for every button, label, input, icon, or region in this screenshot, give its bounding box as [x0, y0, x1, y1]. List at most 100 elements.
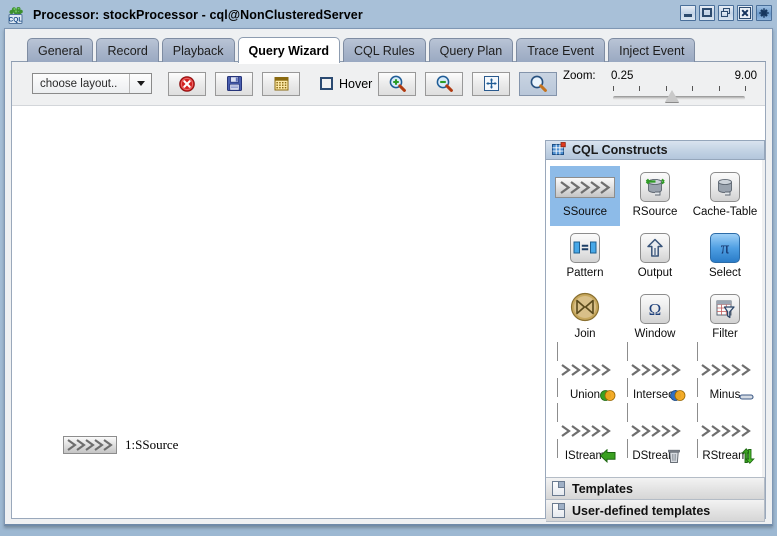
tab-bar: General Record Playback Query Wizard CQL… [11, 35, 766, 63]
istream-icon [557, 403, 616, 463]
close-icon[interactable] [737, 5, 753, 21]
tab-query-wizard[interactable]: Query Wizard [237, 37, 340, 63]
palette-item-rsource[interactable]: RSource [620, 166, 690, 226]
fit-to-window-icon [483, 76, 499, 91]
palette-item-join[interactable]: Join [550, 288, 620, 348]
window-title: Processor: stockProcessor - cql@NonClust… [33, 8, 363, 22]
intersect-stream-icon [627, 342, 686, 401]
palette-item-union[interactable]: Union [550, 342, 620, 409]
save-button[interactable] [215, 71, 253, 96]
palette-item-select[interactable]: π Select [690, 227, 760, 287]
hover-checkbox[interactable]: Hover [320, 77, 372, 91]
hover-label: Hover [339, 76, 373, 91]
zoom-slider-thumb[interactable] [665, 90, 680, 102]
canvas-node-ssource[interactable]: 1:SSource [63, 436, 178, 454]
restore-icon[interactable] [718, 5, 734, 21]
close-all-icon[interactable] [756, 5, 772, 21]
palette-body: SSource RSource Cache-Table Pattern Outp… [546, 160, 765, 478]
tab-query-plan[interactable]: Query Plan [428, 38, 514, 62]
palette-item-label: Output [637, 267, 673, 279]
tab-label: Trace Event [527, 43, 595, 58]
palette-item-label: RSource [632, 206, 678, 218]
tab-label: Record [107, 43, 148, 58]
zoom-label: Zoom: [563, 70, 596, 82]
zoom-min-value: 0.25 [611, 70, 634, 82]
palette-item-label: Pattern [566, 267, 604, 279]
output-arrow-icon [640, 233, 670, 263]
tab-inject-event[interactable]: Inject Event [608, 38, 696, 62]
section-templates[interactable]: Templates [546, 478, 765, 500]
tab-playback[interactable]: Playback [161, 38, 235, 62]
maximize-icon[interactable] [699, 5, 715, 21]
chevron-down-icon [129, 74, 151, 93]
palette-item-label: SSource [562, 206, 608, 218]
palette-item-ssource[interactable]: SSource [550, 166, 620, 226]
palette-grid: SSource RSource Cache-Table Pattern Outp… [546, 160, 764, 470]
palette-item-label: Window [634, 328, 676, 340]
cql-processor-icon: CQL [7, 5, 27, 25]
zoom-out-icon [436, 75, 453, 92]
svg-text:Ω: Ω [649, 300, 662, 319]
dstream-icon [627, 403, 683, 464]
palette-item-window[interactable]: Ω Window [620, 288, 690, 348]
stream-chevron-icon [63, 436, 117, 454]
grid-button[interactable] [262, 71, 300, 96]
tab-label: Query Plan [439, 43, 503, 58]
tab-label: Inject Event [619, 43, 685, 58]
palette-item-cache-table[interactable]: Cache-Table [690, 166, 760, 226]
document-icon [552, 481, 565, 496]
palette-item-istream[interactable]: IStream [550, 403, 620, 470]
query-wizard-panel: choose layout.. Hover Zoom: 0.25 9.00 1:… [11, 62, 766, 522]
zoom-in-button[interactable] [378, 71, 417, 96]
relation-source-icon [640, 172, 670, 202]
magnifier-icon [530, 75, 547, 92]
delete-button[interactable] [168, 71, 206, 96]
palette-item-dstream[interactable]: DStream [620, 403, 690, 470]
palette-item-label: Select [709, 267, 741, 279]
cql-constructs-palette: CQL Constructs SSource RSource Cache-Tab… [545, 140, 765, 522]
zoom-control: Zoom: 0.25 9.00 [563, 65, 759, 105]
palette-item-minus[interactable]: Minus [690, 342, 760, 409]
palette-item-intersect[interactable]: Intersect [620, 342, 690, 409]
palette-scrollbar[interactable] [762, 160, 765, 477]
zoom-max-value: 9.00 [734, 70, 757, 82]
select-pi-icon: π [710, 233, 740, 263]
window-client-area: General Record Playback Query Wizard CQL… [4, 28, 773, 526]
palette-item-label: Cache-Table [692, 206, 758, 218]
palette-item-filter[interactable]: Filter [690, 288, 760, 348]
pattern-icon [570, 233, 600, 263]
join-bowtie-icon [570, 292, 600, 327]
select-zoom-button[interactable] [519, 71, 558, 96]
tab-cql-rules[interactable]: CQL Rules [342, 38, 426, 62]
minimize-icon[interactable] [680, 5, 696, 21]
tab-general[interactable]: General [27, 38, 94, 62]
wizard-toolbar: choose layout.. Hover Zoom: 0.25 9.00 [12, 62, 765, 106]
grid-icon [274, 77, 288, 91]
palette-item-label: Join [574, 328, 596, 340]
palette-item-output[interactable]: Output [620, 227, 690, 287]
filter-funnel-icon [710, 294, 740, 324]
zoom-out-button[interactable] [425, 71, 464, 96]
palette-item-pattern[interactable]: Pattern [550, 227, 620, 287]
palette-title: CQL Constructs [572, 143, 668, 157]
zoom-in-icon [389, 75, 406, 92]
cache-table-icon [710, 172, 740, 202]
section-user-defined-templates[interactable]: User-defined templates [546, 500, 765, 522]
fit-to-window-button[interactable] [472, 71, 511, 96]
section-label: Templates [572, 481, 633, 496]
minus-stream-icon [697, 342, 754, 400]
layout-select-value: choose layout.. [40, 77, 118, 90]
canvas-node-label: 1:SSource [125, 437, 179, 452]
layout-select[interactable]: choose layout.. [32, 73, 152, 94]
palette-header[interactable]: CQL Constructs [546, 140, 765, 160]
tab-label: Query Wizard [248, 43, 329, 58]
tab-record[interactable]: Record [96, 38, 159, 62]
svg-text:π: π [721, 239, 730, 258]
palette-item-rstream[interactable]: RStream [690, 403, 760, 470]
cql-constructs-icon [552, 141, 566, 159]
tab-trace-event[interactable]: Trace Event [516, 38, 606, 62]
section-label: User-defined templates [572, 503, 711, 518]
stream-chevron-icon [555, 171, 615, 203]
rstream-icon [697, 403, 755, 464]
palette-item-label: Filter [712, 328, 738, 340]
